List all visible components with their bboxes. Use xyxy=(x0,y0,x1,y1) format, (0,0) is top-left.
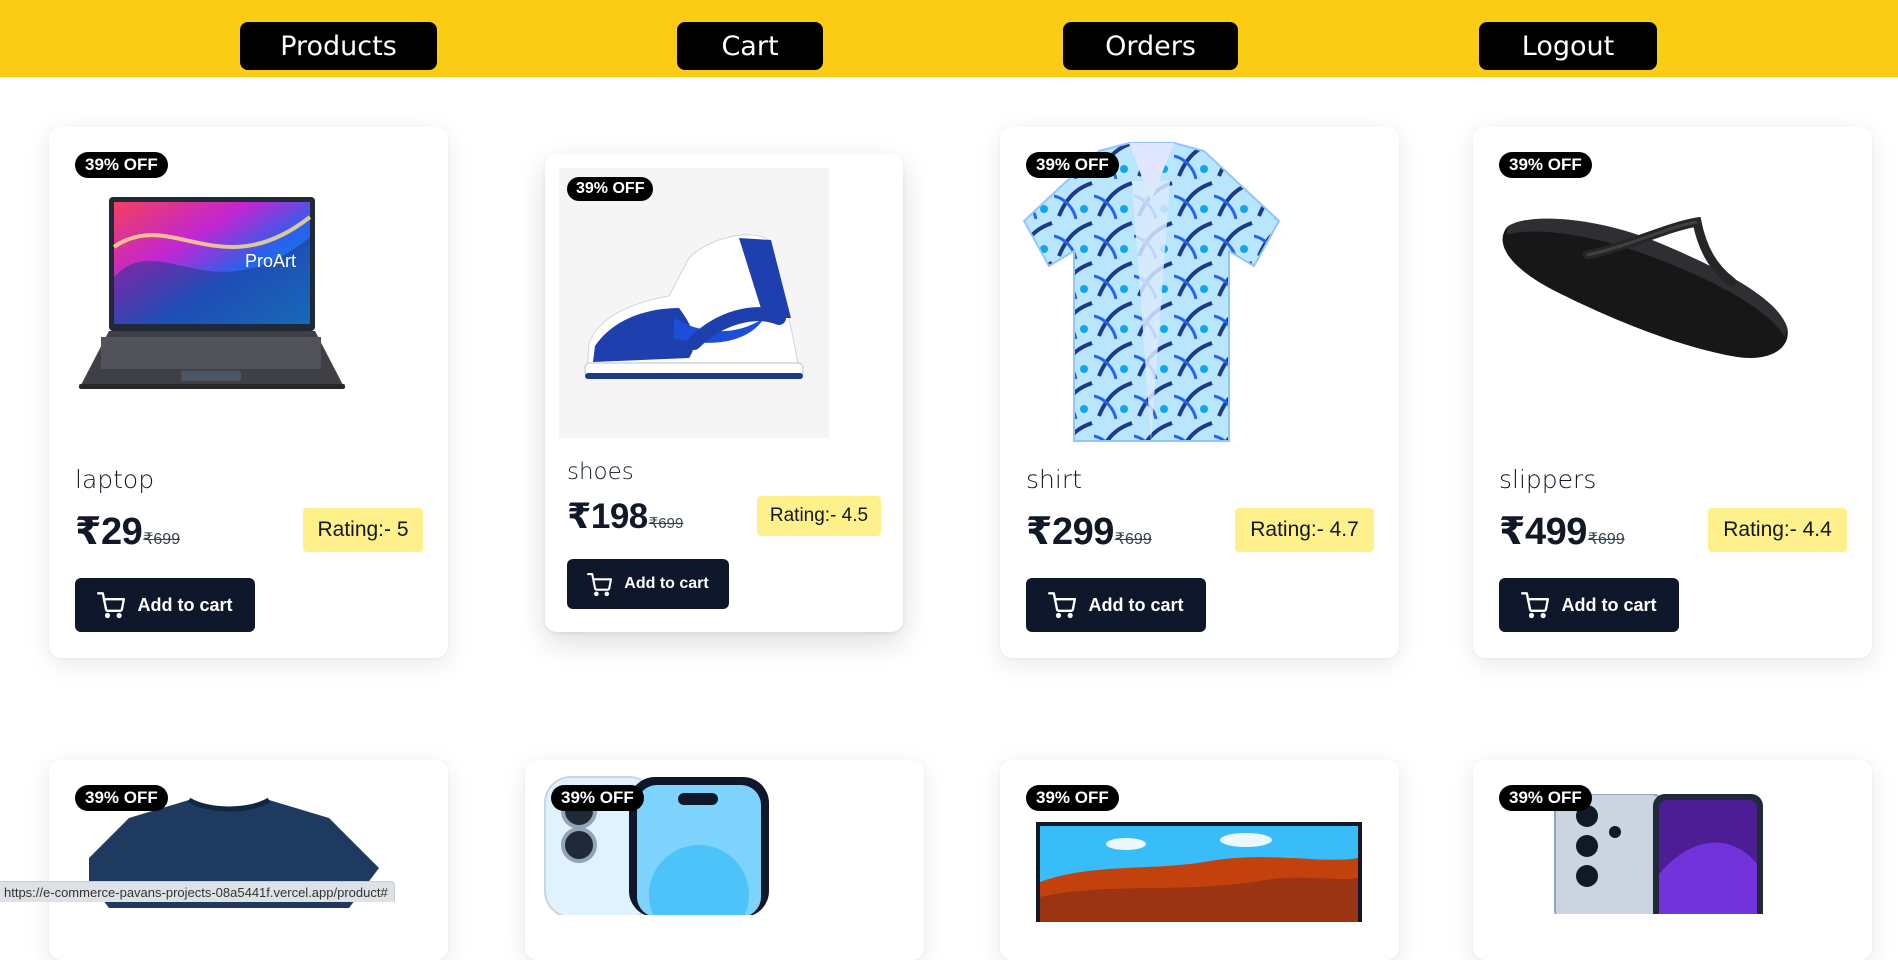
cart-icon xyxy=(587,572,613,596)
nav-logout-button[interactable]: Logout xyxy=(1479,22,1657,70)
product-card-laptop: 39% OFF ProArt laptop ₹29 ₹699 Rating:- … xyxy=(49,127,448,658)
discount-badge: 39% OFF xyxy=(551,785,644,811)
rating-badge: Rating:- 4.5 xyxy=(757,496,881,536)
add-to-cart-label: Add to cart xyxy=(1561,594,1657,615)
smartphone-image[interactable] xyxy=(1553,794,1793,914)
nav-products-button[interactable]: Products xyxy=(240,22,437,70)
rating-badge: Rating:- 4.7 xyxy=(1235,508,1374,552)
nav-cart-button[interactable]: Cart xyxy=(677,22,823,70)
add-to-cart-label: Add to cart xyxy=(624,575,709,592)
cart-icon xyxy=(1521,592,1550,619)
product-name: shirt xyxy=(1026,465,1082,494)
price-block: ₹499 ₹699 xyxy=(1499,509,1625,554)
product-card-slippers: 39% OFF slippers ₹499 ₹699 Rating:- 4.4 … xyxy=(1473,127,1872,658)
cart-icon xyxy=(97,592,126,619)
cart-icon xyxy=(1048,592,1077,619)
add-to-cart-button[interactable]: Add to cart xyxy=(75,578,255,632)
current-price: ₹499 xyxy=(1499,511,1587,553)
rating-badge: Rating:- 4.4 xyxy=(1708,508,1847,552)
product-card-phone: 39% OFF xyxy=(525,760,924,960)
tv-image[interactable] xyxy=(1036,822,1364,922)
product-card-shoes: 39% OFF shoes ₹198 ₹699 Rating:- 4.5 Add… xyxy=(545,154,903,632)
rating-badge: Rating:- 5 xyxy=(303,508,423,552)
product-name: laptop xyxy=(75,465,155,494)
discount-badge: 39% OFF xyxy=(75,785,168,811)
current-price: ₹198 xyxy=(567,497,648,536)
price-block: ₹198 ₹699 xyxy=(567,497,683,537)
browser-status-url: https://e-commerce-pavans-projects-08a54… xyxy=(0,881,395,902)
original-price: ₹699 xyxy=(648,515,684,532)
add-to-cart-label: Add to cart xyxy=(1088,594,1184,615)
current-price: ₹29 xyxy=(75,511,143,553)
product-name: slippers xyxy=(1499,465,1597,494)
add-to-cart-button[interactable]: Add to cart xyxy=(1026,578,1206,632)
discount-badge: 39% OFF xyxy=(567,177,654,201)
discount-badge: 39% OFF xyxy=(1026,785,1119,811)
slippers-image[interactable] xyxy=(1487,187,1797,437)
discount-badge: 39% OFF xyxy=(1499,785,1592,811)
original-price: ₹699 xyxy=(143,531,181,548)
add-to-cart-button[interactable]: Add to cart xyxy=(1499,578,1679,632)
add-to-cart-label: Add to cart xyxy=(137,594,233,615)
nav-orders-button[interactable]: Orders xyxy=(1063,22,1238,70)
add-to-cart-button[interactable]: Add to cart xyxy=(567,559,729,609)
product-name: shoes xyxy=(567,459,634,485)
discount-badge: 39% OFF xyxy=(1026,152,1119,178)
shirt-image[interactable] xyxy=(1014,141,1289,451)
product-card-smartphone: 39% OFF xyxy=(1473,760,1872,960)
original-price: ₹699 xyxy=(1587,531,1625,548)
product-card-tv: 39% OFF xyxy=(1000,760,1399,960)
price-block: ₹299 ₹699 xyxy=(1026,509,1152,554)
shoes-image[interactable] xyxy=(559,168,829,438)
price-block: ₹29 ₹699 xyxy=(75,509,180,554)
product-card-shirt: 39% OFF shirt ₹299 ₹699 Rating:- 4.7 Add… xyxy=(1000,127,1399,658)
original-price: ₹699 xyxy=(1114,531,1152,548)
svg-text:ProArt: ProArt xyxy=(245,251,296,271)
top-nav-bar: Products Cart Orders Logout xyxy=(0,0,1898,77)
laptop-image[interactable]: ProArt xyxy=(71,187,406,487)
discount-badge: 39% OFF xyxy=(75,152,168,178)
current-price: ₹299 xyxy=(1026,511,1114,553)
discount-badge: 39% OFF xyxy=(1499,152,1592,178)
product-card-tshirt: 39% OFF xyxy=(49,760,448,960)
